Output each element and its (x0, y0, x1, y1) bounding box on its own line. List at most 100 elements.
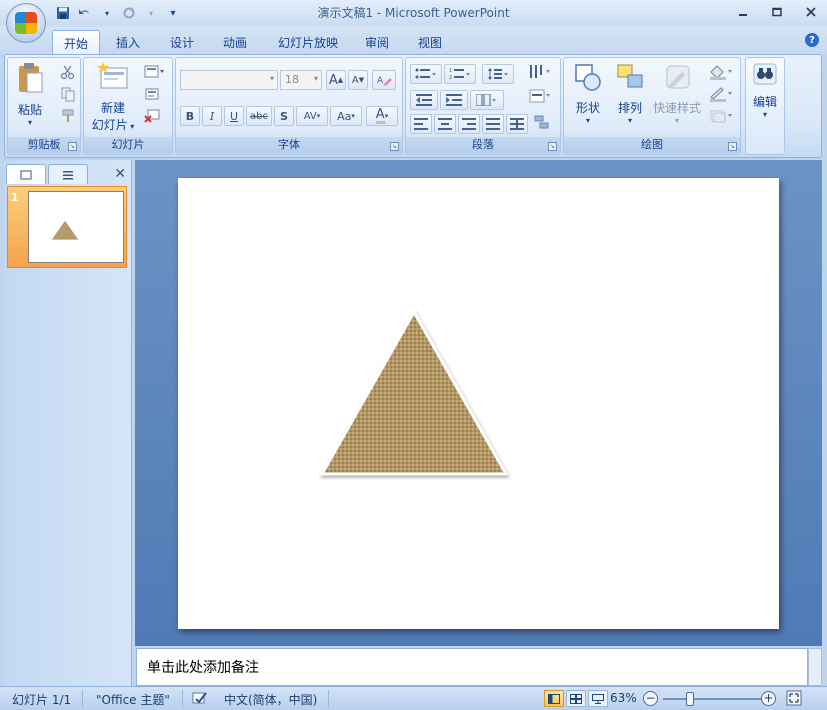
dialog-launcher-icon[interactable]: ↘ (68, 142, 77, 151)
shadow-button[interactable]: S (274, 106, 294, 126)
distributed-button[interactable] (506, 114, 528, 134)
align-center-button[interactable] (434, 114, 456, 134)
reset-slide-icon[interactable] (144, 86, 160, 102)
font-color-button[interactable]: A ▾ (366, 106, 398, 126)
triangle-shape[interactable] (319, 308, 509, 476)
quick-styles-button[interactable]: 快速样式 ▾ (650, 62, 704, 125)
case-label: Aa (337, 109, 352, 123)
chevron-down-icon: ▾ (127, 122, 135, 131)
chevron-down-icon: ▾ (384, 112, 389, 120)
grow-font-label: A (328, 72, 338, 88)
minimize-icon[interactable] (733, 2, 753, 22)
smartart-icon[interactable] (534, 114, 550, 130)
align-right-button[interactable] (458, 114, 480, 134)
tab-slides-view[interactable] (6, 164, 46, 184)
editing-button[interactable]: 编辑 ▾ (748, 62, 782, 119)
text-direction-icon[interactable] (528, 64, 554, 80)
shape-fill-icon[interactable] (708, 64, 736, 80)
clear-formatting-button[interactable]: A (372, 70, 396, 90)
tab-outline-view[interactable] (48, 164, 88, 184)
copy-icon[interactable] (60, 86, 76, 102)
maximize-icon[interactable] (767, 2, 787, 22)
dialog-launcher-icon[interactable]: ↘ (548, 142, 557, 151)
fit-to-window-icon[interactable] (786, 690, 802, 709)
slide-number: 1 (11, 191, 19, 204)
group-label-slides: 幻灯片 (84, 137, 172, 153)
slide-canvas[interactable] (178, 178, 779, 629)
chevron-down-icon: ▾ (585, 116, 590, 125)
shape-outline-icon[interactable] (708, 86, 736, 102)
bold-button[interactable]: B (180, 106, 200, 126)
grow-font-button[interactable]: A ▲ (326, 70, 346, 90)
increase-indent-button[interactable] (440, 90, 468, 110)
zoom-slider-track[interactable] (663, 698, 763, 700)
quick-styles-label: 快速样式 (652, 101, 701, 115)
zoom-level[interactable]: 63% (610, 691, 637, 705)
shape-effects-icon[interactable] (708, 108, 736, 124)
ribbon: 粘贴 ▾ 剪贴板 ↘ 新建 幻灯片 ▾ 幻灯片 ▾ 18 ▾ A ▲ A ▼ A… (4, 54, 822, 158)
title-bar: ▾ ▾ ▾ 演示文稿1 - Microsoft PowerPoint (0, 0, 827, 26)
office-button[interactable] (6, 3, 46, 43)
status-separator (82, 690, 83, 708)
shrink-font-button[interactable]: A ▼ (348, 70, 368, 90)
paste-button[interactable]: 粘贴 ▾ (12, 62, 48, 127)
line-spacing-icon (488, 68, 508, 80)
delete-slide-icon[interactable] (144, 108, 160, 124)
change-case-button[interactable]: Aa ▾ (330, 106, 362, 126)
cut-icon[interactable] (60, 64, 76, 80)
tab-slide-show[interactable]: 幻灯片放映 (268, 30, 348, 54)
spell-check-icon[interactable] (192, 690, 208, 709)
triangle-shape-svg[interactable] (178, 178, 779, 629)
align-text-icon[interactable] (528, 88, 554, 104)
italic-button[interactable]: I (202, 106, 222, 126)
decrease-indent-button[interactable] (410, 90, 438, 110)
justify-button[interactable] (482, 114, 504, 134)
svg-text:2: 2 (449, 75, 452, 81)
zoom-in-icon[interactable]: + (761, 691, 776, 706)
status-bar: 幻灯片 1/1 "Office 主题" 中文(简体，中国) 63% − + (0, 686, 827, 710)
tab-home[interactable]: 开始 (52, 30, 100, 54)
layout-icon[interactable] (144, 64, 164, 80)
notes-placeholder: 单击此处添加备注 (147, 660, 259, 676)
new-slide-button[interactable]: 新建 幻灯片 ▾ (88, 62, 138, 133)
tab-review[interactable]: 审阅 (355, 30, 399, 54)
zoom-out-icon[interactable]: − (643, 691, 658, 706)
new-slide-icon (88, 62, 138, 95)
tab-view[interactable]: 视图 (408, 30, 452, 54)
underline-button[interactable]: U (224, 106, 244, 126)
align-left-button[interactable] (410, 114, 432, 134)
slide-thumbnail-row[interactable]: 1 (7, 186, 127, 268)
chevron-down-icon: ▾ (627, 116, 632, 125)
status-separator (182, 690, 183, 708)
zoom-slider-thumb[interactable] (686, 692, 694, 706)
spacing-label: AV (303, 110, 317, 122)
tab-animations[interactable]: 动画 (213, 30, 257, 54)
shapes-button[interactable]: 形状 ▾ (568, 62, 608, 125)
language[interactable]: 中文(简体，中国) (224, 691, 317, 708)
strikethrough-button[interactable]: abc (246, 106, 272, 126)
dialog-launcher-icon[interactable]: ↘ (728, 142, 737, 151)
slide-sorter-view-button[interactable] (566, 690, 586, 707)
line-spacing-button[interactable] (482, 64, 514, 84)
arrange-button[interactable]: 排列 ▾ (610, 62, 650, 125)
notes-scrollbar[interactable] (808, 648, 822, 686)
columns-button[interactable] (470, 90, 504, 110)
normal-view-button[interactable] (544, 690, 564, 707)
tab-design[interactable]: 设计 (160, 30, 204, 54)
slide-thumbnail[interactable] (28, 191, 124, 263)
font-size-combo[interactable]: 18 ▾ (280, 70, 322, 90)
close-icon[interactable] (801, 2, 821, 22)
bullets-button[interactable] (410, 64, 442, 84)
format-painter-icon[interactable] (60, 108, 76, 124)
close-icon[interactable]: ✕ (114, 166, 126, 182)
notes-pane[interactable]: 单击此处添加备注 (136, 648, 808, 686)
tab-insert[interactable]: 插入 (106, 30, 150, 54)
window-controls (733, 2, 821, 22)
window-title: 演示文稿1 - Microsoft PowerPoint (317, 6, 510, 20)
help-icon[interactable]: ? (805, 33, 819, 47)
character-spacing-button[interactable]: AV ▾ (296, 106, 328, 126)
numbering-button[interactable]: 12 (444, 64, 476, 84)
font-name-combo[interactable]: ▾ (180, 70, 278, 90)
slide-show-view-button[interactable] (588, 690, 608, 707)
dialog-launcher-icon[interactable]: ↘ (390, 142, 399, 151)
